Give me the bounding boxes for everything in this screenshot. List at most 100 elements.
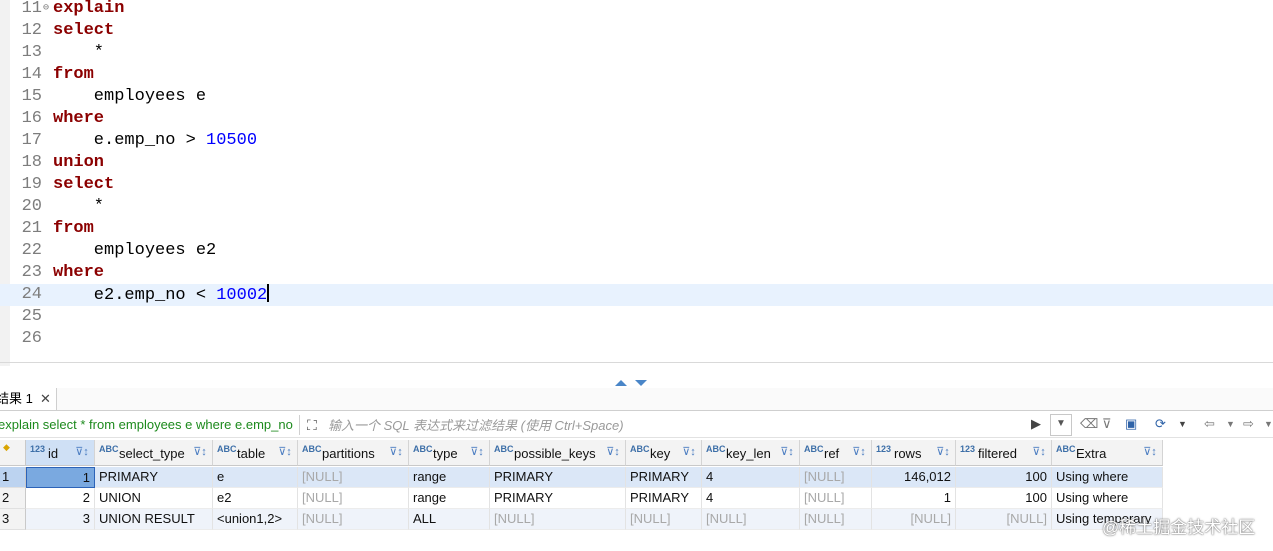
table-cell[interactable]: [NULL] [298,467,409,488]
collapse-up-icon[interactable] [615,380,627,386]
column-filter-sort-icon[interactable]: ⊽↕ [468,444,486,461]
code-line[interactable]: 26 [0,328,1273,350]
back-icon[interactable]: ⇦ [1204,416,1215,432]
column-filter-sort-icon[interactable]: ⊽↕ [604,444,622,461]
table-cell[interactable]: [NULL] [298,509,409,530]
table-cell[interactable]: PRIMARY [626,488,702,509]
table-cell[interactable]: 100 [956,467,1052,488]
table-cell[interactable]: 2 [26,488,95,509]
clear-filter-icon[interactable]: ⌫ [1080,416,1098,432]
table-cell[interactable]: [NULL] [872,509,956,530]
back-dropdown-icon[interactable]: ▼ [1226,419,1235,429]
column-filter-sort-icon[interactable]: ⊽↕ [850,444,868,461]
table-cell[interactable]: [NULL] [626,509,702,530]
table-row[interactable]: 2 2 UNION e2 [NULL] range PRIMARY PRIMARY 4 [NULL… [0,488,1273,509]
table-cell[interactable]: PRIMARY [95,467,213,488]
refresh-dropdown-icon[interactable]: ▼ [1178,419,1187,429]
column-header-key-len[interactable]: ABC key_len ⊽↕ [702,440,800,466]
column-header-type[interactable]: ABC type ⊽↕ [409,440,490,466]
table-cell[interactable]: [NULL] [298,488,409,509]
table-cell[interactable]: PRIMARY [490,488,626,509]
column-filter-sort-icon[interactable]: ⊽↕ [1141,444,1159,461]
code-line[interactable]: 19 select [0,174,1273,196]
filter-history-dropdown[interactable]: ▼ [1050,414,1072,436]
table-cell[interactable]: [NULL] [490,509,626,530]
code-line[interactable]: 12 select [0,20,1273,42]
table-cell[interactable]: [NULL] [956,509,1052,530]
code-line[interactable]: 17 e.emp_no > 10500 [0,130,1273,152]
table-cell[interactable]: 4 [702,488,800,509]
table-cell[interactable]: [NULL] [702,509,800,530]
table-cell[interactable]: 1 [26,467,95,488]
column-filter-sort-icon[interactable]: ⊽↕ [778,444,796,461]
table-cell[interactable]: 146,012 [872,467,956,488]
forward-icon[interactable]: ⇨ [1243,416,1254,432]
table-cell[interactable]: Using where [1052,488,1163,509]
column-filter-sort-icon[interactable]: ⊽↕ [680,444,698,461]
code-line[interactable]: 13 * [0,42,1273,64]
row-number[interactable]: 2 [0,488,26,509]
code-line[interactable]: 15 employees e [0,86,1273,108]
close-tab-icon[interactable]: ✕ [40,388,51,410]
table-cell[interactable]: e [213,467,298,488]
code-line[interactable]: 11 ⊖ explain [0,0,1273,20]
filter-funnel-icon[interactable]: ⊽ [1102,416,1112,432]
column-header-ref[interactable]: ABC ref ⊽↕ [800,440,872,466]
table-cell[interactable]: [NULL] [800,467,872,488]
table-cell[interactable]: 3 [26,509,95,530]
column-header-table[interactable]: ABC table ⊽↕ [213,440,298,466]
sql-editor[interactable]: 11 ⊖ explain 12 select 13 * 14 from 15 employees… [0,0,1273,366]
filter-input[interactable] [326,415,1030,435]
results-grid[interactable]: 123 id ⊽↕ ABC select_type ⊽↕ ABC table ⊽↕ ABC part… [0,440,1273,551]
table-cell[interactable]: range [409,488,490,509]
column-filter-sort-icon[interactable]: ⊽↕ [73,444,91,461]
row-number[interactable]: 1 [0,467,26,488]
code-line[interactable]: 18 union [0,152,1273,174]
table-cell[interactable]: Using where [1052,467,1163,488]
column-filter-sort-icon[interactable]: ⊽↕ [191,444,209,461]
code-line[interactable]: 25 [0,306,1273,328]
fold-collapse-icon[interactable]: ⊖ [43,0,49,20]
table-row[interactable]: 3 3 UNION RESULT <union1,2> [NULL] ALL [NULL][… [0,509,1273,530]
code-line[interactable]: 14 from [0,64,1273,86]
table-cell[interactable]: UNION [95,488,213,509]
table-cell[interactable]: 1 [872,488,956,509]
code-line[interactable]: 23 where [0,262,1273,284]
apply-filter-icon[interactable]: ▶ [1031,416,1041,432]
table-cell[interactable]: UNION RESULT [95,509,213,530]
table-cell[interactable]: PRIMARY [626,467,702,488]
grid-corner[interactable]: ◆ [0,440,26,466]
tab-result-1[interactable]: 结果 1 ✕ [0,388,57,410]
code-line[interactable]: 22 employees e2 [0,240,1273,262]
table-cell[interactable]: range [409,467,490,488]
table-row[interactable]: 1 1 PRIMARY e [NULL] range PRIMARY PRIMARY 4 [NUL… [0,467,1273,488]
code-line[interactable]: 20 * [0,196,1273,218]
column-filter-sort-icon[interactable]: ⊽↕ [387,444,405,461]
code-line[interactable]: 21 from [0,218,1273,240]
code-line[interactable]: 24 e2.emp_no < 10002 [0,284,1273,306]
column-header-rows[interactable]: 123 rows ⊽↕ [872,440,956,466]
column-header-extra[interactable]: ABC Extra ⊽↕ [1052,440,1163,466]
save-filter-icon[interactable]: ▣ [1125,416,1137,432]
panel-splitter-handle[interactable] [615,378,655,388]
column-header-id[interactable]: 123 id ⊽↕ [26,440,95,466]
column-header-possible-keys[interactable]: ABC possible_keys ⊽↕ [490,440,626,466]
column-filter-sort-icon[interactable]: ⊽↕ [276,444,294,461]
table-cell[interactable]: e2 [213,488,298,509]
forward-dropdown-icon[interactable]: ▼ [1264,419,1273,429]
column-header-partitions[interactable]: ABC partitions ⊽↕ [298,440,409,466]
table-cell[interactable]: 4 [702,467,800,488]
table-cell[interactable]: 100 [956,488,1052,509]
row-number[interactable]: 3 [0,509,26,530]
table-cell[interactable]: [NULL] [800,509,872,530]
column-header-key[interactable]: ABC key ⊽↕ [626,440,702,466]
column-filter-sort-icon[interactable]: ⊽↕ [1030,444,1048,461]
table-cell[interactable]: ALL [409,509,490,530]
code-line[interactable]: 16 where [0,108,1273,130]
expand-filter-icon[interactable]: ⛶ [307,417,317,434]
column-header-filtered[interactable]: 123 filtered ⊽↕ [956,440,1052,466]
refresh-options-icon[interactable]: ⟳ [1155,416,1166,432]
table-cell[interactable]: PRIMARY [490,467,626,488]
table-cell[interactable]: [NULL] [800,488,872,509]
column-header-select-type[interactable]: ABC select_type ⊽↕ [95,440,213,466]
